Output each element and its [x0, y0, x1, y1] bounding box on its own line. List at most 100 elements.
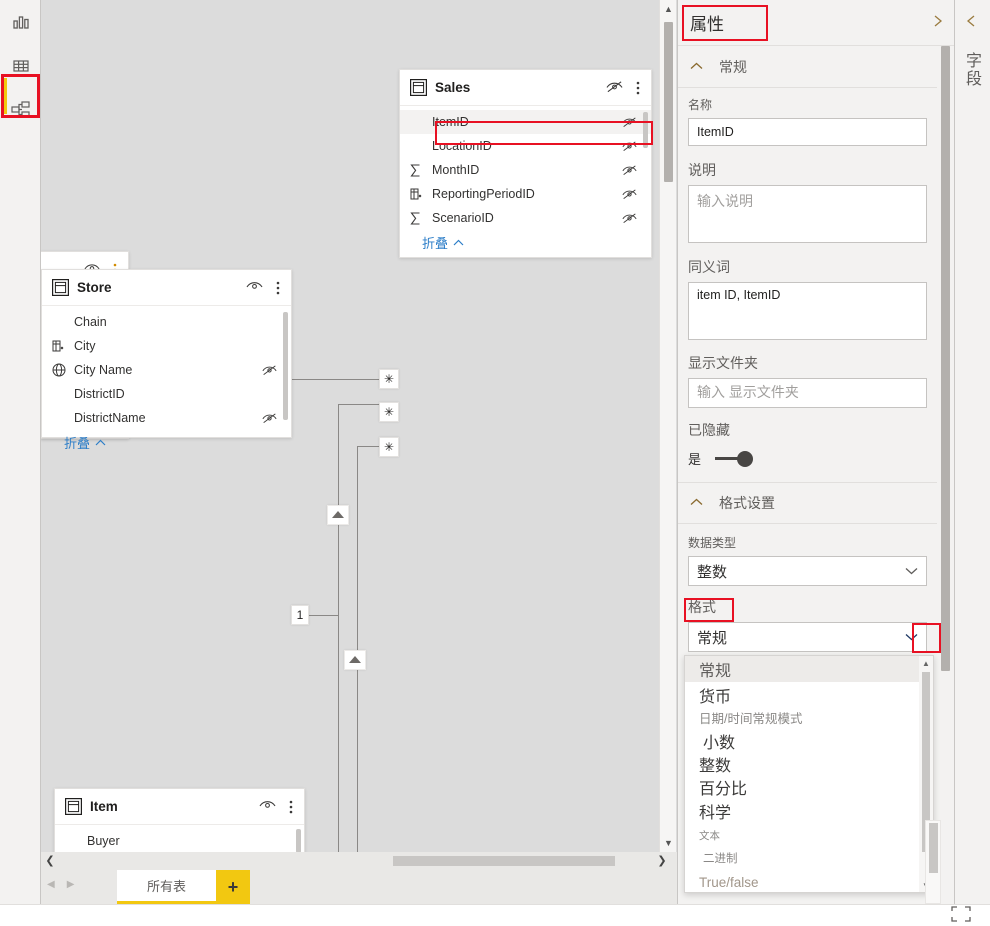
table-card-header[interactable]: Sales — [400, 70, 651, 106]
field-row-itemid[interactable]: ItemID — [400, 110, 651, 134]
relationship-direction-up-icon[interactable] — [327, 505, 349, 525]
eye-visible-icon[interactable] — [246, 280, 263, 295]
more-options-icon[interactable] — [633, 81, 643, 95]
eye-visible-icon[interactable] — [259, 799, 276, 814]
field-row-city[interactable]: City — [42, 334, 291, 358]
table-card-item[interactable]: Item Buyer — [54, 788, 305, 852]
field-name: ItemID — [432, 115, 469, 129]
table-card-store[interactable]: Store Chain City City Name DistrictID Di… — [41, 269, 292, 451]
add-page-label: + — [227, 876, 239, 897]
field-label-hidden: 已隐藏 — [688, 422, 730, 438]
field-row-districtid[interactable]: DistrictID — [42, 382, 291, 406]
dropdown-option-currency[interactable]: 货币 — [685, 682, 933, 707]
collapse-link-store[interactable]: 折叠 — [42, 430, 291, 458]
eye-hidden-icon[interactable] — [621, 188, 637, 200]
chevron-left-icon[interactable] — [965, 14, 977, 31]
chevron-up-icon[interactable] — [690, 497, 703, 509]
chevron-up-icon[interactable] — [690, 61, 703, 73]
scrollbar-thumb[interactable] — [929, 823, 938, 873]
format-select[interactable]: 常规 — [688, 622, 927, 652]
field-row-chain[interactable]: Chain — [42, 310, 291, 334]
field-row-buyer[interactable]: Buyer — [55, 829, 304, 852]
table-icon — [65, 798, 82, 815]
model-relationship-icon — [10, 99, 32, 121]
display-folder-input[interactable]: 输入 显示文件夹 — [688, 378, 927, 408]
collapse-label: 折叠 — [64, 436, 91, 451]
rail-item-report-view[interactable] — [0, 0, 41, 44]
collapse-label: 折叠 — [422, 236, 449, 251]
scroll-up-arrow[interactable]: ▲ — [660, 0, 677, 18]
model-diagram-canvas[interactable]: 1 ✳ ✳ ✳ 1 — [41, 0, 677, 852]
scroll-up-arrow[interactable]: ▲ — [919, 656, 933, 672]
table-card-scrollbar[interactable] — [643, 112, 648, 148]
more-options-icon[interactable] — [286, 800, 296, 814]
relationship-direction-up-icon[interactable] — [344, 650, 366, 670]
synonyms-textarea[interactable]: item ID, ItemID — [688, 282, 927, 340]
eye-hidden-icon[interactable] — [621, 116, 637, 128]
description-textarea[interactable]: 输入说明 — [688, 185, 927, 243]
option-label: True/false — [699, 875, 759, 890]
table-card-header[interactable]: Item — [55, 789, 304, 825]
dropdown-option-scientific[interactable]: 科学 — [685, 798, 933, 824]
field-label-format: 格式 — [688, 599, 716, 615]
collapse-link-sales[interactable]: 折叠 — [400, 230, 651, 258]
chevron-down-icon[interactable] — [905, 623, 918, 651]
field-row-monthid[interactable]: MonthID — [400, 158, 651, 182]
option-label: 百分比 — [699, 780, 748, 798]
dropdown-option-general[interactable]: 常规 — [685, 656, 933, 682]
field-row-city-name[interactable]: City Name — [42, 358, 291, 382]
scroll-left-arrow[interactable]: ❮ — [41, 852, 59, 870]
eye-hidden-icon[interactable] — [606, 80, 623, 96]
scrollbar-thumb[interactable] — [393, 856, 615, 866]
name-input[interactable]: ItemID — [688, 118, 927, 146]
fields-panel-collapsed[interactable]: 字段 — [954, 0, 990, 904]
dropdown-option-decimal[interactable]: 小数 — [685, 728, 933, 753]
tab-prev-icon[interactable]: ◀ — [47, 879, 55, 890]
scrollbar-thumb[interactable] — [664, 22, 673, 182]
table-card-sales[interactable]: Sales ItemID LocationID MonthID Reportin… — [399, 69, 653, 258]
field-row-locationid[interactable]: LocationID — [400, 134, 651, 158]
dropdown-option-text[interactable]: 文本 — [685, 824, 933, 846]
format-dropdown-list[interactable]: 常规 货币 日期/时间常规模式 小数 整数 百分比 科学 文本 二进制 True… — [684, 655, 934, 893]
eye-hidden-icon[interactable] — [261, 364, 277, 376]
field-row-reportingperiodid[interactable]: ReportingPeriodID — [400, 182, 651, 206]
properties-panel-scrollbar[interactable] — [937, 46, 955, 904]
dropdown-option-datetime[interactable]: 日期/时间常规模式 — [685, 707, 933, 728]
scrollbar-thumb[interactable] — [941, 46, 950, 671]
table-card-scrollbar[interactable] — [296, 829, 301, 852]
add-page-button[interactable]: + — [216, 870, 250, 904]
dropdown-option-percentage[interactable]: 百分比 — [685, 775, 933, 798]
hidden-toggle-row[interactable]: 是 — [688, 445, 927, 468]
section-title: 常规 — [719, 58, 747, 75]
secondary-scrollbar[interactable] — [925, 820, 941, 904]
chevron-right-icon[interactable] — [932, 14, 944, 31]
table-card-header[interactable]: Store — [42, 270, 291, 306]
field-block-format: 格式 常规 — [678, 586, 937, 652]
focus-mode-icon[interactable] — [950, 905, 972, 923]
canvas-horizontal-scrollbar[interactable]: ❮ ❯ — [41, 852, 677, 870]
scroll-down-arrow[interactable]: ▼ — [660, 834, 677, 852]
canvas-vertical-scrollbar[interactable]: ▲ ▼ — [659, 0, 676, 852]
more-options-icon[interactable] — [273, 281, 283, 295]
tab-next-icon[interactable]: ▶ — [67, 879, 75, 890]
section-header-general[interactable]: 常规 — [678, 46, 937, 88]
table-card-scrollbar[interactable] — [283, 312, 288, 420]
dropdown-option-truefalse[interactable]: True/false — [685, 870, 933, 892]
hidden-toggle-switch[interactable] — [715, 450, 754, 467]
tab-all-tables[interactable]: 所有表 — [117, 870, 216, 904]
eye-hidden-icon[interactable] — [261, 412, 277, 424]
section-header-formatting[interactable]: 格式设置 — [678, 482, 937, 524]
field-row-districtname[interactable]: DistrictName — [42, 406, 291, 430]
chevron-down-icon[interactable] — [905, 557, 918, 585]
eye-hidden-icon[interactable] — [621, 212, 637, 224]
rel-line-seg — [357, 446, 358, 852]
field-row-scenarioid[interactable]: ScenarioID — [400, 206, 651, 230]
dropdown-option-whole-number[interactable]: 整数 — [685, 753, 933, 775]
dropdown-option-binary[interactable]: 二进制 — [685, 846, 933, 870]
eye-hidden-icon[interactable] — [621, 140, 637, 152]
hierarchy-icon — [410, 188, 432, 201]
data-type-value: 整数 — [697, 563, 728, 581]
scroll-right-arrow[interactable]: ❯ — [653, 852, 671, 870]
data-type-select[interactable]: 整数 — [688, 556, 927, 586]
eye-hidden-icon[interactable] — [621, 164, 637, 176]
